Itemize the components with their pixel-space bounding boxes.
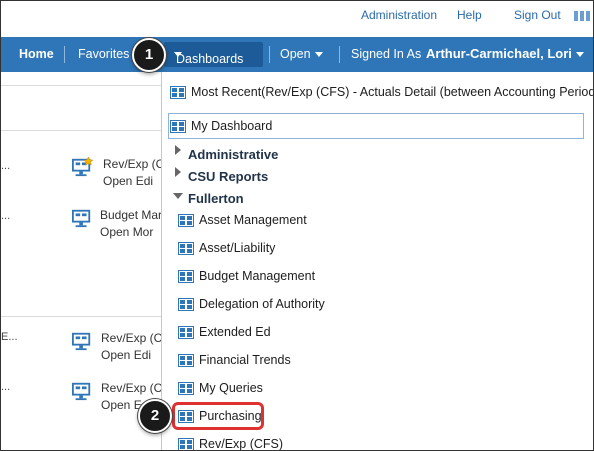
tile-title: Rev/Exp (C: [103, 157, 165, 171]
truncated-text: ...: [1, 160, 11, 172]
menu-item-label: Financial Trends: [199, 353, 291, 367]
highlight-box: [172, 402, 264, 430]
dashboard-icon: [170, 120, 186, 133]
divider: [1, 130, 166, 131]
nav-open[interactable]: Open: [280, 47, 323, 61]
expand-icon[interactable]: [175, 167, 181, 177]
app-frame: Administration Help Sign Out Home Favori…: [0, 0, 594, 451]
user-name: Arthur-Carmichael, Lori: [426, 46, 572, 61]
truncated-text: E...: [1, 331, 18, 343]
tile-title: Rev/Exp (C: [101, 381, 163, 395]
menu-item-label: My Dashboard: [191, 119, 273, 133]
menu-item-label: My Queries: [199, 381, 263, 395]
tile-title: Rev/Exp (C: [101, 331, 163, 345]
nav-dashboards[interactable]: Dashboards: [164, 42, 263, 67]
expand-icon[interactable]: [175, 145, 181, 155]
dashboard-icon: [72, 209, 91, 228]
step-badge-2: 2: [138, 399, 172, 433]
dashboard-icon: [178, 326, 194, 339]
dashboard-icon: [178, 382, 194, 395]
dashboard-icon: [178, 354, 194, 367]
tile-title: Budget Mar: [100, 208, 163, 222]
utility-bar: Administration Help Sign Out: [1, 1, 593, 33]
tile-actions[interactable]: Open E: [101, 398, 142, 412]
dashboard-icon: [72, 332, 91, 351]
signed-in-label: Signed In As: [351, 47, 422, 61]
dashboard-favorite-icon: [72, 157, 93, 177]
help-link[interactable]: Help: [457, 8, 482, 22]
divider: [1, 85, 166, 86]
dashboard-icon: [178, 298, 194, 311]
menu-item-label: Asset Management: [199, 213, 307, 227]
dashboard-icon: [178, 242, 194, 255]
nav-separator: [339, 46, 340, 63]
dashboard-icon: [178, 438, 194, 450]
tile-actions[interactable]: Open Mor: [100, 225, 153, 239]
dashboard-icon: [72, 382, 91, 401]
divider: [1, 316, 166, 317]
dashboards-dropdown: Most Recent(Rev/Exp (CFS) - Actuals Deta…: [161, 72, 594, 451]
menu-item-label: Delegation of Authority: [199, 297, 325, 311]
dashboard-icon: [178, 214, 194, 227]
truncated-text: ...: [1, 210, 11, 222]
truncated-text: ...: [1, 381, 11, 393]
sign-out-link[interactable]: Sign Out: [514, 8, 561, 22]
user-menu[interactable]: Arthur-Carmichael, Lori: [426, 46, 584, 61]
nav-favorites[interactable]: Favorites: [78, 47, 129, 61]
tile-actions[interactable]: Open Edi: [103, 174, 153, 188]
administration-link[interactable]: Administration: [361, 8, 437, 22]
collapse-icon[interactable]: [173, 193, 183, 199]
menu-item-label: Asset/Liability: [199, 241, 276, 255]
step-badge-1: 1: [132, 38, 166, 72]
apps-icon[interactable]: [574, 10, 592, 22]
main-nav: Home Favorites Dashboards Open Signed In…: [1, 37, 593, 72]
category-fullerton[interactable]: Fullerton: [188, 191, 244, 206]
menu-item-label: Budget Management: [199, 269, 316, 283]
menu-item-label: Rev/Exp (CFS): [199, 437, 284, 451]
nav-home[interactable]: Home: [19, 47, 54, 61]
category-administrative[interactable]: Administrative: [188, 147, 278, 162]
menu-item-label: Most Recent(Rev/Exp (CFS) - Actuals Deta…: [191, 85, 594, 99]
nav-separator: [269, 46, 270, 63]
nav-dashboards-label: Dashboards: [176, 52, 244, 66]
nav-open-label: Open: [280, 47, 311, 61]
chevron-down-icon: [314, 52, 323, 58]
nav-separator: [64, 46, 65, 63]
menu-item-label: Extended Ed: [199, 325, 271, 339]
dashboard-icon: [178, 270, 194, 283]
category-csu-reports[interactable]: CSU Reports: [188, 169, 268, 184]
chevron-down-icon: [575, 52, 584, 58]
dashboard-icon: [170, 86, 186, 99]
tile-actions[interactable]: Open Edi: [101, 348, 151, 362]
